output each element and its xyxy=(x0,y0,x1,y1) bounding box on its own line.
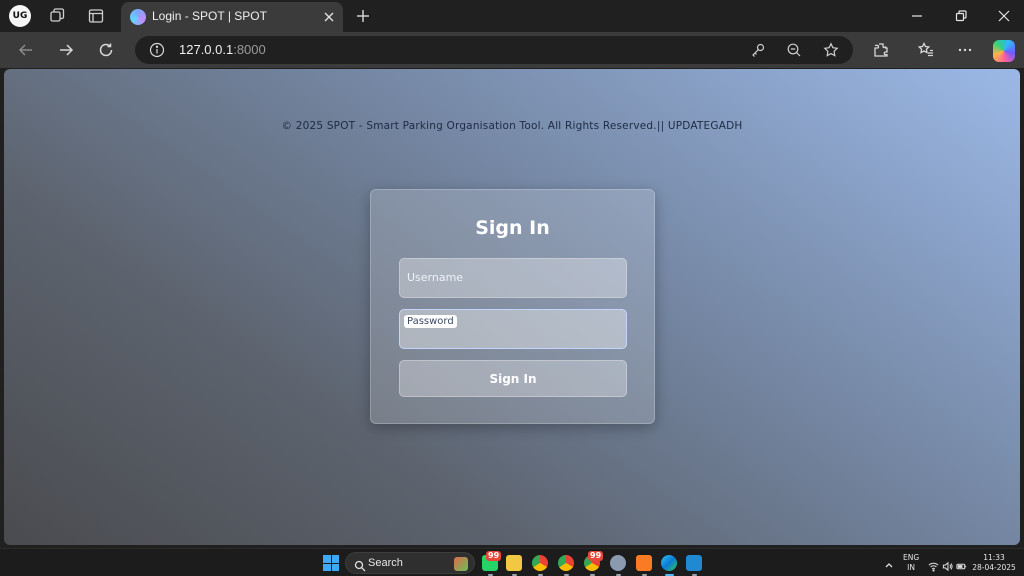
back-arrow-icon[interactable] xyxy=(17,41,35,59)
search-highlight-icon xyxy=(454,557,468,571)
password-key-icon[interactable] xyxy=(750,42,766,58)
profile-avatar[interactable]: UG xyxy=(9,5,31,27)
copyright-text: © 2025 SPOT - Smart Parking Organisation… xyxy=(281,120,743,132)
battery-icon[interactable] xyxy=(956,557,967,570)
password-input[interactable]: Password xyxy=(399,309,627,349)
chrome-profile-2-icon[interactable] xyxy=(558,555,574,576)
page-viewport: © 2025 SPOT - Smart Parking Organisation… xyxy=(4,69,1020,545)
forward-arrow-icon[interactable] xyxy=(57,41,75,59)
refresh-icon[interactable] xyxy=(97,41,115,59)
language-indicator[interactable]: ENG IN xyxy=(903,553,919,573)
url-text: 127.0.0.1:8000 xyxy=(179,42,266,57)
password-label: Password xyxy=(404,315,457,328)
site-info-icon[interactable] xyxy=(149,42,165,58)
login-card: Sign In Username Password Sign In xyxy=(370,189,655,424)
settings-gear-icon[interactable] xyxy=(610,555,626,576)
tab-title: Login - SPOT | SPOT xyxy=(152,9,267,23)
taskbar-search-label: Search xyxy=(368,557,403,569)
favorite-star-icon[interactable] xyxy=(823,42,839,58)
chevron-up-icon[interactable] xyxy=(883,556,895,568)
favorites-icon[interactable] xyxy=(917,41,935,59)
zoom-out-icon[interactable] xyxy=(786,42,802,58)
window-close-icon[interactable] xyxy=(994,6,1014,26)
windows-taskbar: Search 99 99 ENG IN 11:33 28-04-2025 xyxy=(0,548,1024,576)
extensions-icon[interactable] xyxy=(872,41,890,59)
chrome-profile-3-icon[interactable]: 99 xyxy=(584,551,604,576)
edge-icon[interactable] xyxy=(661,555,677,576)
username-input[interactable]: Username xyxy=(399,258,627,298)
close-icon[interactable] xyxy=(320,8,338,26)
browser-tab-strip: UG Login - SPOT | SPOT xyxy=(0,0,1024,32)
address-bar[interactable]: 127.0.0.1:8000 xyxy=(135,36,853,64)
browser-toolbar: 127.0.0.1:8000 xyxy=(0,32,1024,68)
system-clock[interactable]: 11:33 28-04-2025 xyxy=(970,553,1018,573)
file-explorer-icon[interactable] xyxy=(506,555,522,576)
vscode-icon[interactable] xyxy=(686,555,702,576)
minimize-icon[interactable] xyxy=(907,6,927,26)
workspaces-icon[interactable] xyxy=(48,7,66,25)
taskbar-search[interactable]: Search xyxy=(345,552,475,574)
start-button[interactable] xyxy=(323,555,339,571)
more-options-icon[interactable] xyxy=(956,41,974,59)
spot-favicon-icon xyxy=(130,9,146,25)
volume-icon[interactable] xyxy=(942,557,953,572)
xampp-icon[interactable] xyxy=(636,555,652,576)
new-tab-button[interactable] xyxy=(354,7,372,25)
restore-icon[interactable] xyxy=(951,6,971,26)
chrome-icon[interactable] xyxy=(532,555,548,576)
copilot-icon[interactable] xyxy=(993,40,1015,62)
tab-login[interactable]: Login - SPOT | SPOT xyxy=(121,2,343,32)
whatsapp-icon[interactable]: 99 xyxy=(482,551,502,576)
search-icon xyxy=(354,557,366,572)
username-placeholder: Username xyxy=(407,271,464,284)
sign-in-button[interactable]: Sign In xyxy=(399,360,627,397)
login-heading: Sign In xyxy=(475,217,550,239)
tab-actions-icon[interactable] xyxy=(87,7,105,25)
wifi-icon[interactable] xyxy=(928,557,939,572)
